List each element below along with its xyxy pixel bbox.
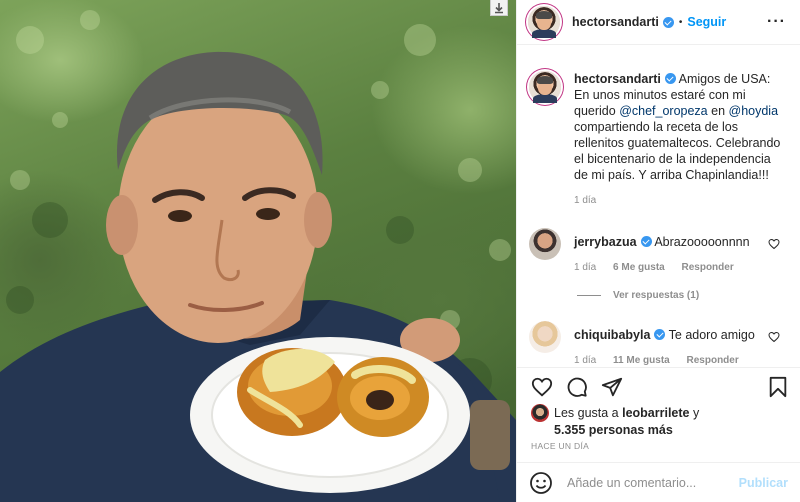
comment-icon[interactable] [566, 376, 588, 398]
caption-text-mid: en [707, 104, 729, 118]
comment-input[interactable] [567, 475, 737, 490]
reply-button[interactable]: Responder [682, 262, 734, 273]
comments-list: hectorsandarti Amigos de USA: En unos mi… [517, 46, 800, 368]
likes-summary: Les gusta a leobarrilete y 5.355 persona… [531, 404, 781, 438]
heart-icon[interactable] [531, 376, 553, 398]
add-comment-bar: Publicar [517, 462, 800, 502]
verified-badge-icon [664, 73, 676, 84]
post-age[interactable]: HACE UN DÍA [531, 441, 589, 451]
comment-username[interactable]: jerrybazua [574, 235, 637, 249]
verified-badge-icon [640, 236, 652, 247]
comment-text: Te adoro amigo [668, 328, 755, 342]
verified-badge-icon [654, 329, 666, 340]
comment-likes[interactable]: 11 Me gusta [613, 355, 670, 366]
post-side-panel: hectorsandarti • Seguir ··· hectorsandar… [516, 0, 800, 502]
download-icon [495, 2, 503, 13]
caption-time[interactable]: 1 día [574, 195, 596, 206]
comment-time[interactable]: 1 día [574, 262, 596, 273]
caption-mention-hoydia[interactable]: @hoydia [729, 104, 779, 118]
post-caption: hectorsandarti Amigos de USA: En unos mi… [529, 71, 788, 209]
share-icon[interactable] [601, 376, 623, 398]
comment-username[interactable]: chiquibabyla [574, 328, 650, 342]
replies-divider [577, 295, 601, 296]
reply-button[interactable]: Responder [687, 355, 739, 366]
publish-button[interactable]: Publicar [739, 476, 788, 490]
photo-illustration [0, 10, 516, 502]
follow-button[interactable]: Seguir [687, 15, 726, 29]
comment-likes[interactable]: 6 Me gusta [613, 262, 665, 273]
emoji-icon[interactable] [529, 471, 553, 495]
author-avatar[interactable] [528, 6, 560, 38]
separator-dot: • [678, 16, 683, 28]
comment-avatar-chiquibabyla[interactable] [529, 321, 561, 353]
likes-others[interactable]: 5.355 personas más [554, 423, 673, 437]
caption-avatar[interactable] [529, 71, 561, 103]
heart-icon[interactable] [768, 331, 780, 343]
likes-prefix: Les gusta a [554, 406, 623, 420]
caption-text-end: compartiendo la receta de los rellenitos… [574, 120, 781, 182]
author-username[interactable]: hectorsandarti [572, 15, 659, 29]
comment-item: jerrybazua Abrazooooonnnn 1 día 6 Me gus… [529, 228, 788, 273]
verified-badge-icon [662, 16, 674, 28]
view-replies-label: Ver respuestas (1) [613, 290, 700, 301]
post-header: hectorsandarti • Seguir ··· [517, 0, 800, 45]
post-photo[interactable] [0, 0, 516, 502]
liker-avatar[interactable] [531, 404, 549, 422]
caption-mention-chef[interactable]: @chef_oropeza [619, 104, 707, 118]
more-options-icon[interactable]: ··· [767, 13, 786, 31]
instagram-post: hectorsandarti • Seguir ··· hectorsandar… [0, 0, 800, 502]
comment-time[interactable]: 1 día [574, 355, 596, 366]
action-bar [517, 367, 800, 403]
comment-avatar-jerrybazua[interactable] [529, 228, 561, 260]
liker-username[interactable]: leobarrilete [622, 406, 689, 420]
heart-icon[interactable] [768, 238, 780, 250]
caption-username[interactable]: hectorsandarti [574, 72, 661, 86]
download-button[interactable] [490, 0, 508, 16]
comment-item: chiquibabyla Te adoro amigo 1 día 11 Me … [529, 321, 788, 366]
comment-text: Abrazooooonnnn [654, 235, 750, 249]
view-replies-button[interactable]: Ver respuestas (1) [577, 290, 788, 301]
bookmark-icon[interactable] [768, 376, 788, 398]
likes-suffix: y [689, 406, 700, 420]
